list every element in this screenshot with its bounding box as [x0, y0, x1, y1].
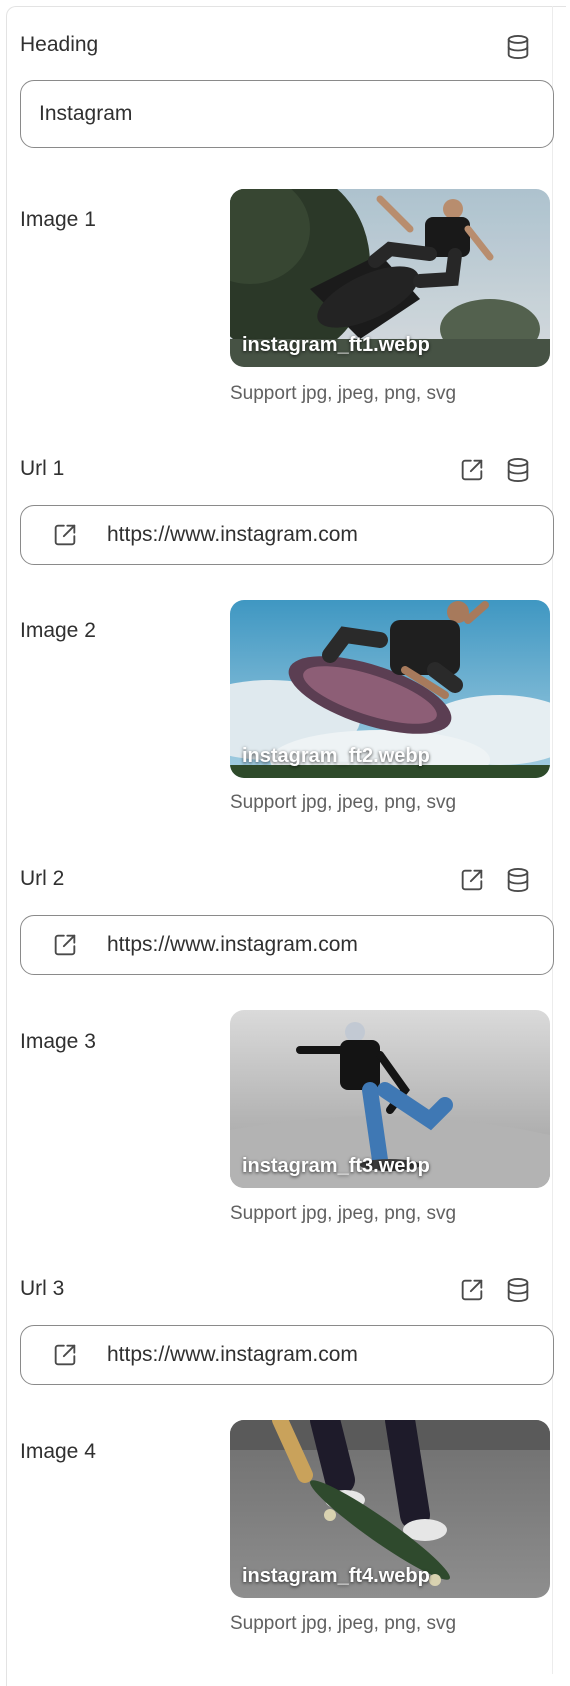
heading-input[interactable]: Instagram [20, 80, 554, 148]
url-1-value: https://www.instagram.com [107, 523, 358, 546]
image-4-hint: Support jpg, jpeg, png, svg [230, 1613, 457, 1634]
url-3-label: Url 3 [20, 1277, 65, 1300]
image-2-hint: Support jpg, jpeg, png, svg [230, 792, 457, 813]
heading-input-value: Instagram [39, 102, 133, 125]
image-2-label: Image 2 [20, 619, 96, 642]
image-2-filename: instagram_ft2.webp [242, 745, 430, 767]
image-1-filename: instagram_ft1.webp [242, 334, 430, 356]
url-1-label: Url 1 [20, 457, 65, 480]
external-link-icon[interactable] [458, 1276, 486, 1304]
database-icon[interactable] [504, 1276, 532, 1304]
external-link-icon[interactable] [458, 456, 486, 484]
image-4-preview[interactable]: instagram_ft4.webp [230, 1420, 550, 1598]
url-2-label: Url 2 [20, 867, 65, 890]
url-2-value: https://www.instagram.com [107, 933, 358, 956]
database-icon[interactable] [504, 866, 532, 894]
image-1-preview[interactable]: instagram_ft1.webp [230, 189, 550, 367]
image-3-filename: instagram_ft3.webp [242, 1155, 430, 1177]
image-2-preview[interactable]: instagram_ft2.webp [230, 600, 550, 778]
image-4-label: Image 4 [20, 1440, 96, 1463]
scrollbar[interactable] [552, 6, 553, 1674]
image-3-preview[interactable]: instagram_ft3.webp [230, 1010, 550, 1188]
external-link-icon [51, 521, 79, 549]
image-3-label: Image 3 [20, 1030, 96, 1053]
external-link-icon[interactable] [458, 866, 486, 894]
url-1-input[interactable]: https://www.instagram.com [20, 505, 554, 565]
database-icon[interactable] [504, 456, 532, 484]
image-1-label: Image 1 [20, 208, 96, 231]
external-link-icon [51, 931, 79, 959]
heading-label: Heading [20, 33, 99, 56]
url-2-input[interactable]: https://www.instagram.com [20, 915, 554, 975]
external-link-icon [51, 1341, 79, 1369]
image-4-filename: instagram_ft4.webp [242, 1565, 430, 1587]
database-icon[interactable] [504, 33, 532, 61]
url-3-value: https://www.instagram.com [107, 1343, 358, 1366]
image-1-hint: Support jpg, jpeg, png, svg [230, 383, 457, 404]
image-3-hint: Support jpg, jpeg, png, svg [230, 1203, 457, 1224]
url-3-input[interactable]: https://www.instagram.com [20, 1325, 554, 1385]
